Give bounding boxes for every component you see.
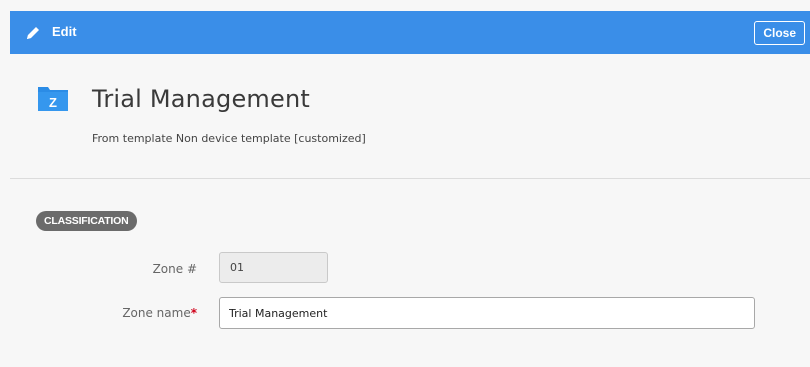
- zone-number-label-text: Zone #: [152, 262, 197, 276]
- divider: [10, 178, 810, 179]
- folder-icon: Z: [38, 87, 68, 111]
- edit-panel: Edit Close Z Trial Management From templ…: [0, 0, 810, 367]
- toolbar-title: Edit: [52, 24, 77, 39]
- zone-name-label-text: Zone name: [122, 306, 191, 320]
- section-label-classification: CLASSIFICATION: [36, 211, 137, 231]
- template-subtitle: From template Non device template [custo…: [92, 132, 366, 145]
- pencil-icon: [27, 27, 39, 39]
- required-marker: *: [190, 306, 197, 320]
- folder-icon-letter: Z: [49, 95, 57, 110]
- page-title: Trial Management: [92, 85, 310, 113]
- toolbar: Edit Close: [10, 11, 810, 54]
- zone-name-field[interactable]: [219, 297, 755, 329]
- zone-number-field[interactable]: [219, 252, 328, 283]
- close-button[interactable]: Close: [754, 21, 805, 45]
- zone-number-label: Zone #: [77, 261, 197, 277]
- zone-name-label: Zone name*: [77, 305, 197, 321]
